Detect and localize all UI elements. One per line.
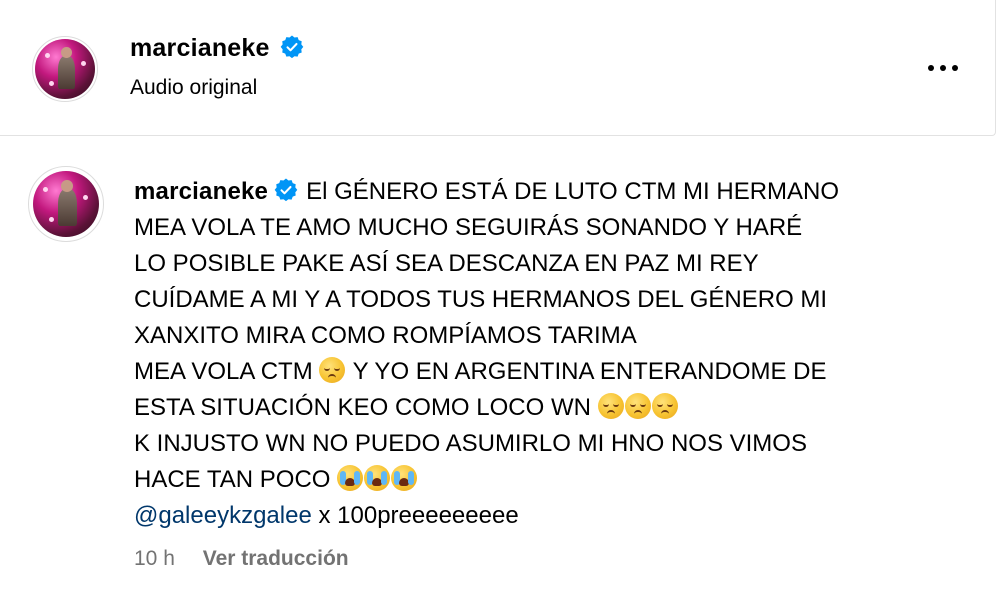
- disappointed-face-icon: [624, 393, 651, 419]
- disappointed-face-icon: [651, 393, 678, 419]
- comment-avatar[interactable]: [33, 171, 99, 237]
- verified-badge-icon: [280, 35, 304, 59]
- see-translation-button[interactable]: Ver traducción: [203, 547, 349, 570]
- comment-text: CUÍDAME A MI Y A TODOS TUS HERMANOS DEL …: [134, 286, 828, 313]
- comment-text: Y YO EN ARGENTINA ENTERANDOME DE: [352, 358, 827, 385]
- disappointed-face-icon: [597, 393, 624, 419]
- comment-text: XANXITO MIRA COMO ROMPÍAMOS TARIMA: [134, 322, 637, 349]
- comment-line-10: @galeeykzgalee x 100preeeeeeeee: [134, 498, 944, 534]
- comment-meta: 10 h Ver traducción: [134, 547, 349, 571]
- mention-link[interactable]: @galeeykzgalee: [134, 502, 312, 529]
- loudly-crying-face-icon: [337, 465, 364, 491]
- comment-line-7: ESTA SITUACIÓN KEO COMO LOCO WN: [134, 390, 944, 426]
- comment-username[interactable]: marcianeke: [134, 178, 268, 205]
- loudly-crying-face-icon: [364, 465, 391, 491]
- header-user: marcianeke: [130, 34, 304, 63]
- post-header: marcianeke Audio original: [0, 0, 996, 136]
- disappointed-face-icon: [319, 357, 346, 383]
- comment-text: x 100preeeeeeeee: [318, 502, 519, 529]
- comment-text: ESTA SITUACIÓN KEO COMO LOCO WN: [134, 394, 591, 421]
- header-avatar[interactable]: [35, 39, 95, 99]
- more-options-icon[interactable]: [922, 56, 964, 80]
- header-username[interactable]: marcianeke: [130, 34, 270, 62]
- comment-timestamp[interactable]: 10 h: [134, 547, 175, 570]
- comment-text: LO POSIBLE PAKE ASÍ SEA DESCANZA EN PAZ …: [134, 250, 759, 277]
- audio-subtitle[interactable]: Audio original: [130, 76, 257, 100]
- comment-line-9: HACE TAN POCO: [134, 462, 944, 498]
- comment-body: marcianeke El GÉNERO ESTÁ DE LUTO CTM MI…: [134, 174, 944, 534]
- comment-text: K INJUSTO WN NO PUEDO ASUMIRLO MI HNO NO…: [134, 430, 807, 457]
- verified-badge-icon: [274, 178, 298, 202]
- comment-line-6: MEA VOLA CTM Y YO EN ARGENTINA ENTERANDO…: [134, 354, 944, 390]
- comment-text: MEA VOLA CTM: [134, 358, 313, 385]
- comment-text: HACE TAN POCO: [134, 466, 331, 493]
- loudly-crying-face-icon: [391, 465, 418, 491]
- comment-line-1: marcianeke El GÉNERO ESTÁ DE LUTO CTM MI…: [134, 174, 944, 210]
- comment-text: El GÉNERO ESTÁ DE LUTO CTM MI HERMANO: [306, 178, 840, 205]
- comment-text: MEA VOLA TE AMO MUCHO SEGUIRÁS SONANDO Y…: [134, 214, 803, 241]
